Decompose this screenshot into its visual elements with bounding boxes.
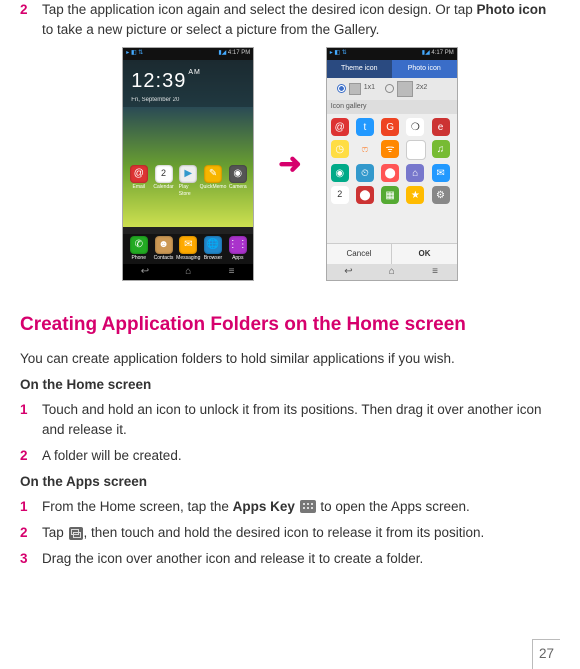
dock-messaging: ✉Messaging xyxy=(179,236,198,263)
step-number: 1 xyxy=(20,497,42,517)
step-number: 3 xyxy=(20,549,42,569)
text-b: to take a new picture or select a pictur… xyxy=(42,22,379,37)
nav-back-icon: ↩ xyxy=(327,264,370,280)
layout-1x1: 1x1 xyxy=(337,83,375,95)
status-icons: ▸ ◧ ⇅ xyxy=(330,49,347,58)
step-number: 1 xyxy=(20,400,42,420)
step-text: Drag the icon over another icon and rele… xyxy=(42,549,560,569)
on-home-screen-head: On the Home screen xyxy=(20,375,560,395)
apps-key-icon xyxy=(300,500,316,513)
ok-button: OK xyxy=(392,244,457,264)
button-row: Cancel OK xyxy=(327,243,457,264)
app-calendar: 2Calendar xyxy=(154,165,173,199)
dock-phone: ✆Phone xyxy=(129,236,148,263)
nav-recent-icon: ≡ xyxy=(210,264,253,280)
text-a: Tap the application icon again and selec… xyxy=(42,2,477,17)
dock-apps: ⋮⋮Apps xyxy=(228,236,247,263)
photo-icon-bold: Photo icon xyxy=(477,2,547,17)
step-text: Tap the application icon again and selec… xyxy=(42,0,560,41)
nav-home-icon: ⌂ xyxy=(370,264,413,280)
nav-bar: ↩⌂≡ xyxy=(327,264,457,280)
layout-row: 1x1 2x2 xyxy=(327,78,457,100)
app-email: @Email xyxy=(129,165,148,199)
phone-icon-picker-screenshot: ▸ ◧ ⇅ ▮◢ 4:17 PM Theme icon Photo icon 1… xyxy=(326,47,458,281)
on-apps-screen-head: On the Apps screen xyxy=(20,472,560,492)
cancel-button: Cancel xyxy=(327,244,393,264)
step-number: 2 xyxy=(20,0,42,20)
intro-text: You can create application folders to ho… xyxy=(20,349,560,369)
icon-gallery-label: Icon gallery xyxy=(327,100,457,115)
clock-ampm: AM xyxy=(188,68,201,79)
app-camera: ◉Camera xyxy=(228,165,247,199)
section-heading: Creating Application Folders on the Home… xyxy=(20,311,560,340)
step-text: Tap , then touch and hold the desired ic… xyxy=(42,523,560,543)
tab-photo-icon: Photo icon xyxy=(392,60,457,78)
status-icons: ▸ ◧ ⇅ xyxy=(126,49,143,58)
dock: ✆Phone ☻Contacts ✉Messaging 🌐Browser ⋮⋮A… xyxy=(123,234,253,266)
clock-widget: 12:39AM Fri, September 20 xyxy=(123,60,253,107)
clock-time: 12:39 xyxy=(131,66,186,96)
step-text: A folder will be created. xyxy=(42,446,560,466)
dock-browser: 🌐Browser xyxy=(204,236,223,263)
step-number: 2 xyxy=(20,446,42,466)
step-number: 2 xyxy=(20,523,42,543)
tab-key-icon xyxy=(69,527,83,540)
icon-grid: @ t G ❍ e ◷ ෆ ᯤ ♫ ◉ ⏲ ⬤ ⌂ ✉ 2 ⬤ ▦ ★ ⚙ xyxy=(327,114,457,208)
app-row-mid: @Email 2Calendar ▶Play Store ✎QuickMemo … xyxy=(123,165,253,199)
status-time: ▮◢ 4:17 PM xyxy=(422,49,454,58)
nav-back-icon: ↩ xyxy=(123,264,166,280)
status-time: ▮◢ 4:17 PM xyxy=(218,49,250,58)
figure-row: ▸ ◧ ⇅ ▮◢ 4:17 PM 12:39AM Fri, September … xyxy=(20,47,560,281)
clock-date: Fri, September 20 xyxy=(131,96,245,105)
step-text: Touch and hold an icon to unlock it from… xyxy=(42,400,560,441)
status-bar: ▸ ◧ ⇅ ▮◢ 4:17 PM xyxy=(123,48,253,60)
status-bar: ▸ ◧ ⇅ ▮◢ 4:17 PM xyxy=(327,48,457,60)
nav-recent-icon: ≡ xyxy=(413,264,456,280)
tab-theme-icon: Theme icon xyxy=(327,60,392,78)
dock-contacts: ☻Contacts xyxy=(154,236,173,263)
nav-home-icon: ⌂ xyxy=(167,264,210,280)
wallpaper: @Email 2Calendar ▶Play Store ✎QuickMemo … xyxy=(123,107,253,227)
page-number: 27 xyxy=(532,639,560,668)
app-playstore: ▶Play Store xyxy=(179,165,198,199)
arrow-icon: ➜ xyxy=(278,143,301,185)
app-quickmemo: ✎QuickMemo xyxy=(204,165,223,199)
layout-2x2: 2x2 xyxy=(385,81,427,97)
step-text: From the Home screen, tap the Apps Key t… xyxy=(42,497,560,517)
phone-home-screenshot: ▸ ◧ ⇅ ▮◢ 4:17 PM 12:39AM Fri, September … xyxy=(122,47,254,281)
nav-bar: ↩⌂≡ xyxy=(123,264,253,280)
tab-bar: Theme icon Photo icon xyxy=(327,60,457,78)
